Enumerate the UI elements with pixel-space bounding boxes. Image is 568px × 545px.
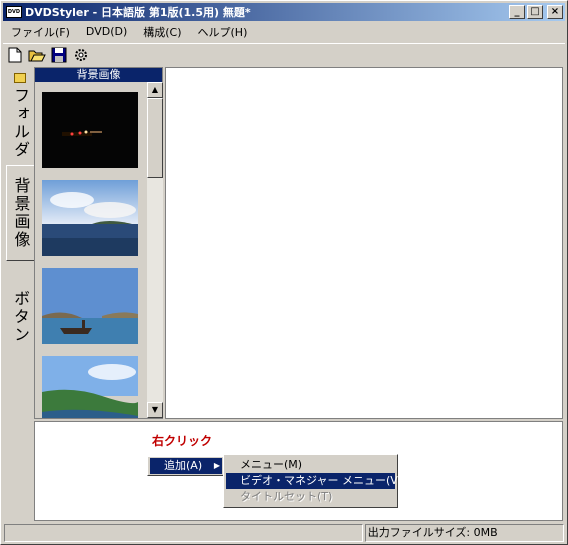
side-tab-strip: フォルダ 背景画像 ボタン	[4, 67, 34, 523]
tab-folder-label: フォルダ	[11, 87, 30, 159]
thumbnail-night-road[interactable]	[42, 92, 138, 168]
app-window: DVD DVDStyler - 日本語版 第1版(1.5用) 無題* _ □ ×…	[0, 0, 568, 545]
submenu-item-titleset: タイトルセット(T)	[240, 490, 333, 503]
right-click-annotation: 右クリック	[152, 434, 213, 448]
context-menu: 追加(A) ▶	[147, 456, 225, 476]
background-image-panel: 背景画像 ▲ ▼	[34, 67, 163, 419]
menu-config[interactable]: 構成(C)	[135, 24, 189, 40]
tab-folder[interactable]: フォルダ	[6, 69, 34, 163]
add-submenu: メニュー(M) ビデオ・マネジャー メニュー(V) タイトルセット(T)	[223, 454, 402, 508]
thumbnail-shipwreck-bay[interactable]	[42, 268, 138, 344]
submenu-arrow-icon: ▶	[213, 461, 220, 470]
menu-file[interactable]: ファイル(F)	[3, 24, 78, 40]
dvd-app-icon: DVD	[6, 6, 22, 18]
thumbnail-sea-island[interactable]	[42, 180, 138, 256]
scroll-up-icon[interactable]: ▲	[147, 82, 163, 98]
maximize-button[interactable]: □	[527, 5, 543, 19]
thumbnail-list	[35, 82, 147, 418]
menu-editor-canvas[interactable]	[165, 67, 563, 419]
thumbnail-coast-hill[interactable]	[42, 356, 138, 418]
close-button[interactable]: ×	[547, 5, 563, 19]
minimize-button[interactable]: _	[509, 5, 525, 19]
context-menu-add[interactable]: 追加(A) ▶	[150, 458, 222, 474]
window-title: DVDStyler - 日本語版 第1版(1.5用) 無題*	[25, 6, 251, 19]
open-folder-icon[interactable]	[27, 45, 47, 65]
menu-help[interactable]: ヘルプ(H)	[190, 24, 256, 40]
panel-scrollbar[interactable]: ▲ ▼	[147, 82, 163, 418]
context-menu-add-label: 追加(A)	[164, 459, 203, 472]
toolbar	[3, 43, 565, 65]
tab-buttons[interactable]: ボタン	[6, 267, 34, 367]
submenu-item-menu[interactable]: メニュー(M)	[226, 457, 395, 473]
new-file-icon[interactable]	[5, 45, 25, 65]
settings-icon[interactable]	[71, 45, 91, 65]
save-icon[interactable]	[49, 45, 69, 65]
folder-icon	[14, 73, 26, 83]
menu-dvd[interactable]: DVD(D)	[78, 25, 135, 38]
scroll-thumb[interactable]	[147, 98, 163, 178]
submenu-item-vmgm[interactable]: ビデオ・マネジャー メニュー(V)	[226, 473, 402, 489]
status-output-size: 出力ファイルサイズ: 0MB	[364, 524, 564, 542]
status-left	[4, 524, 363, 542]
scroll-down-icon[interactable]: ▼	[147, 402, 163, 418]
panel-header: 背景画像	[35, 68, 162, 82]
menu-bar: ファイル(F) DVD(D) 構成(C) ヘルプ(H)	[3, 22, 565, 41]
tab-background[interactable]: 背景画像	[6, 165, 34, 261]
title-bar[interactable]: DVD DVDStyler - 日本語版 第1版(1.5用) 無題* _ □ ×	[3, 3, 565, 21]
status-bar: 出力ファイルサイズ: 0MB	[4, 524, 564, 542]
